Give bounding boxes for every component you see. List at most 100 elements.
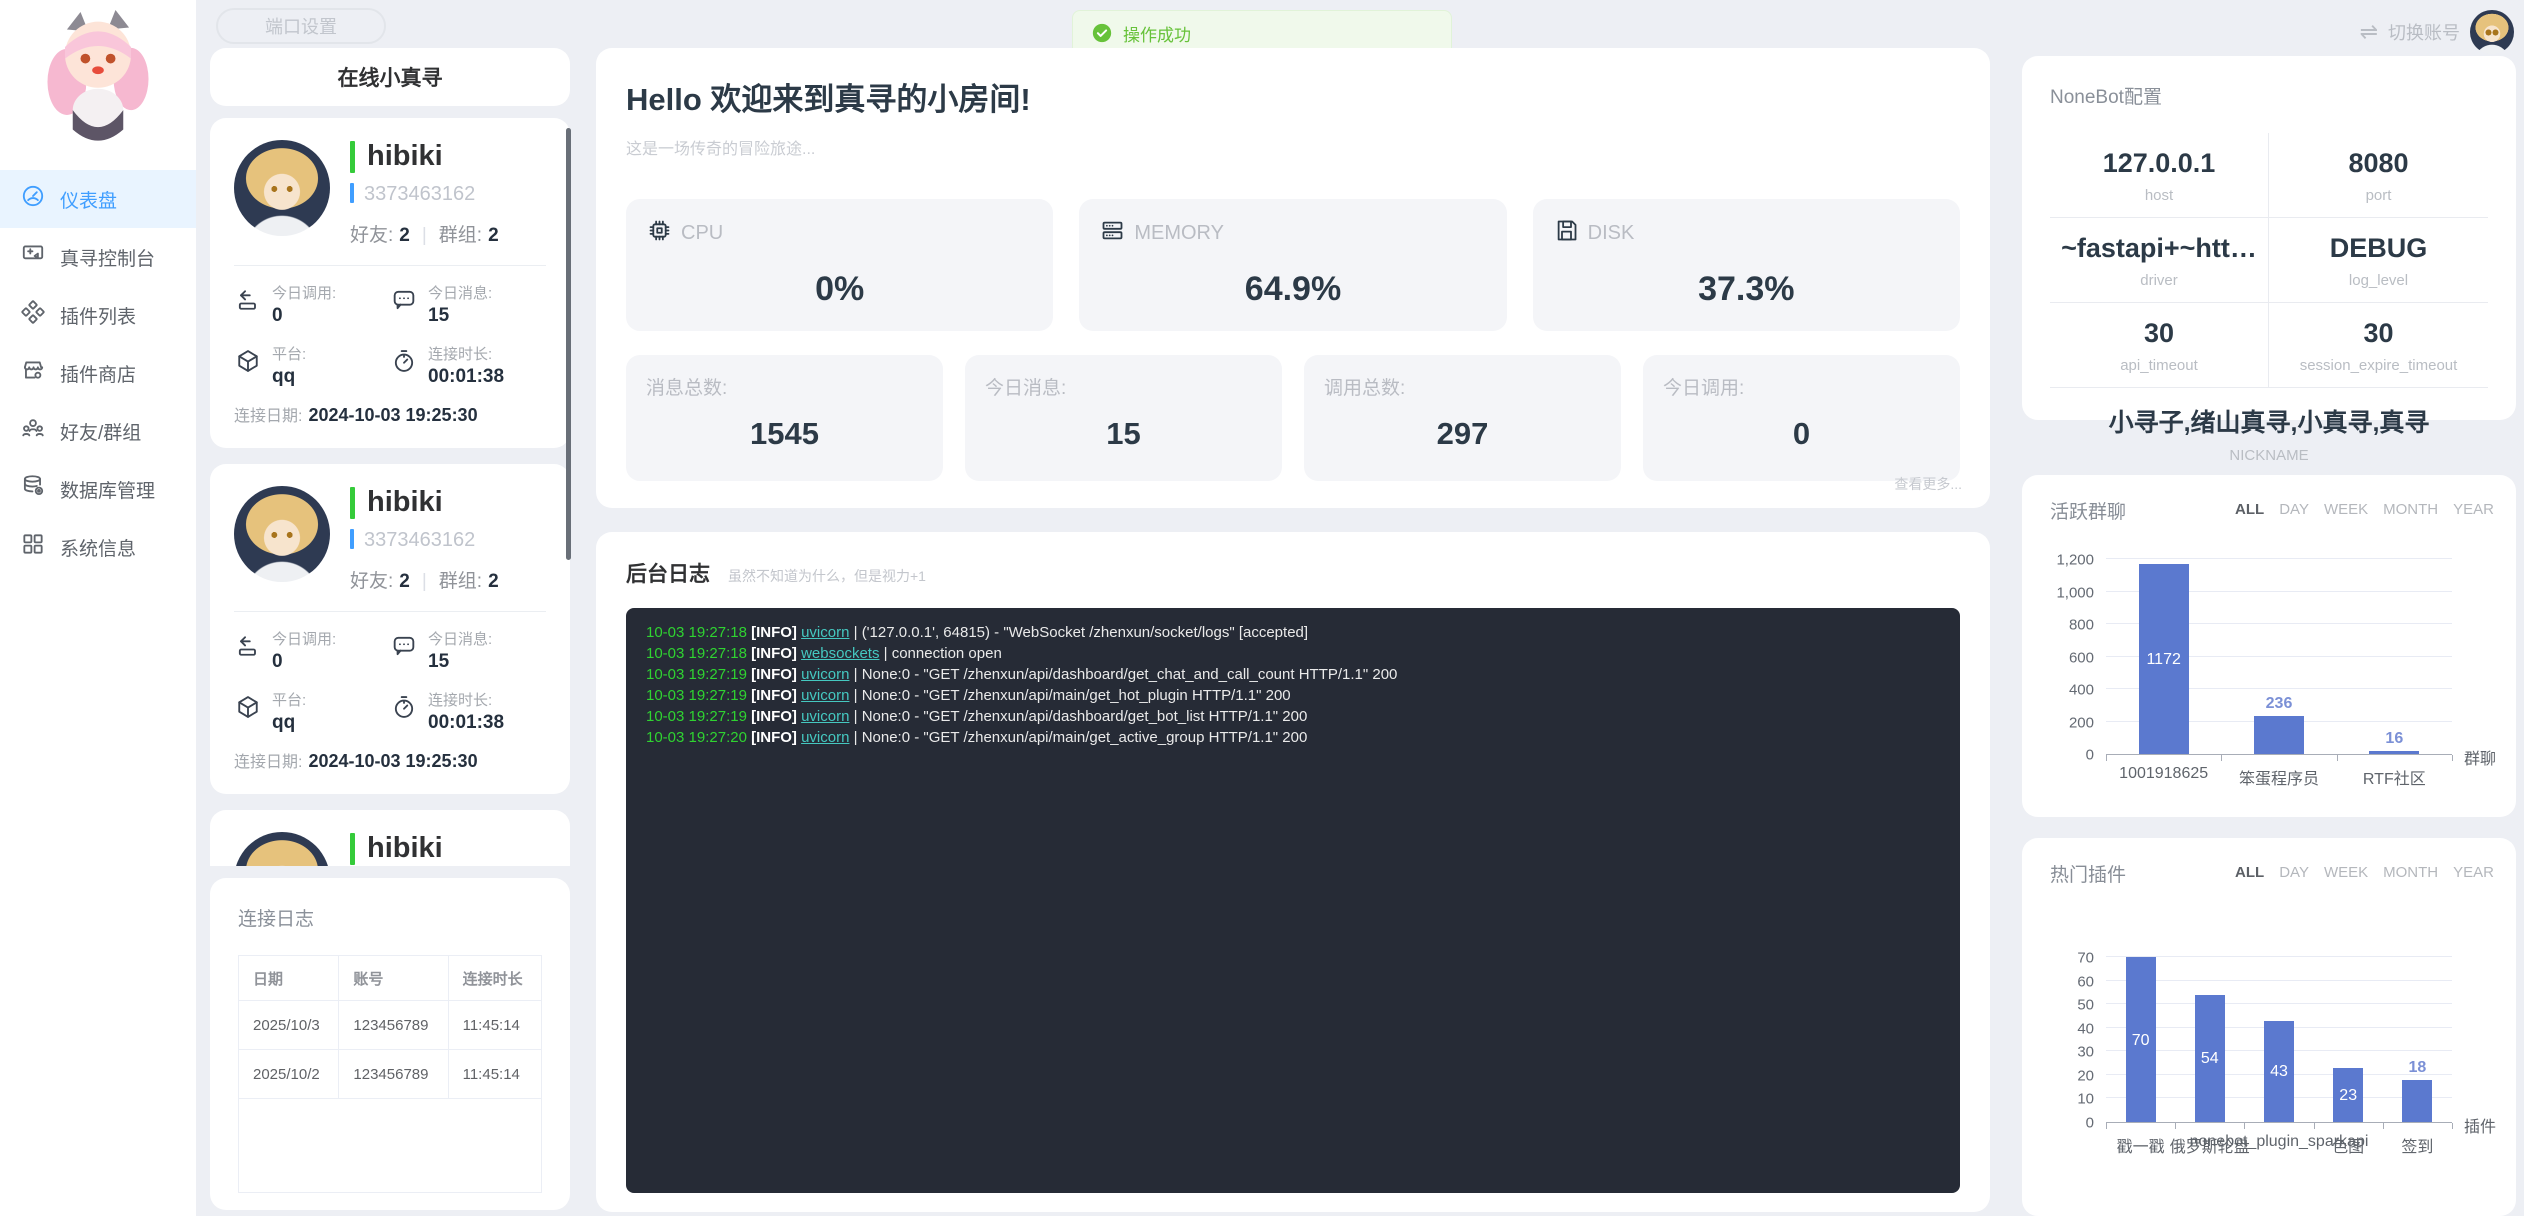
dashboard-hero-card: Hello 欢迎来到真寻的小房间! 这是一场传奇的冒险旅途... CPU 0% … [596,48,1990,508]
online-indicator-bar [350,141,355,173]
user-avatar[interactable] [2470,10,2514,54]
y-axis-tick: 30 [2077,1044,2094,1061]
logger-link[interactable]: uvicorn [801,666,849,683]
chart-tab-week[interactable]: WEEK [2324,864,2368,881]
chart-range-tabs: ALL DAY WEEK MONTH YEAR [2235,501,2494,518]
bot-stat-1: 今日消息:15 [390,628,546,673]
cpu-card: CPU 0% [626,199,1053,331]
log-terminal[interactable]: 10-03 19:27:18 [INFO] uvicorn | ('127.0.… [626,608,1960,1193]
connect-log-table: 日期 账号 连接时长 2025/10/312345678911:45:14202… [238,955,542,1193]
view-more-link[interactable]: 查看更多... [1894,474,1962,494]
chart-tab-all[interactable]: ALL [2235,864,2264,881]
chart-tab-all[interactable]: ALL [2235,501,2264,518]
col-header-duration: 连接时长 [448,956,541,1001]
y-axis-tick: 10 [2077,1091,2094,1108]
disk-label: DISK [1588,222,1635,245]
chart-tab-month[interactable]: MONTH [2383,501,2438,518]
total-calls-value: 297 [1324,416,1601,452]
logger-link[interactable]: uvicorn [801,729,849,746]
chart-tab-year[interactable]: YEAR [2453,501,2494,518]
total-messages-value: 1545 [646,416,923,452]
bar-value-label: 16 [2385,730,2403,748]
sidebar-item-2[interactable]: 插件列表 [0,286,196,344]
today-calls-card: 今日调用: 0 [1643,355,1960,481]
x-axis-label: 笨蛋程序员 [2239,765,2319,789]
disk-card: DISK 37.3% [1533,199,1960,331]
bot-name: hibiki [367,832,443,865]
id-indicator-bar [350,529,354,549]
bar-value-label: 18 [2408,1059,2426,1077]
total-messages-card: 消息总数: 1545 [626,355,943,481]
disk-icon [1553,217,1580,250]
bot-list-scrollbar[interactable] [566,128,571,560]
bar-value-label: 70 [2132,1032,2150,1050]
col-header-date: 日期 [239,956,339,1001]
port-settings-button[interactable]: 端口设置 [216,8,386,44]
logger-link[interactable]: websockets [801,645,879,662]
chart-tab-week[interactable]: WEEK [2324,501,2368,518]
active-groups-chart-card: 活跃群聊ALLDAYWEEKMONTHYEAR02004006008001,00… [2022,475,2516,817]
today-messages-label: 今日消息: [985,373,1262,400]
chart-title: 热门插件 [2050,860,2126,887]
sidebar-item-label: 数据库管理 [60,476,155,503]
bot-stat-3: 连接时长:00:01:38 [390,689,546,734]
hot-plugins-chart-card: 热门插件 ALL DAY WEEK MONTH YEAR 01020304050607070… [2022,838,2516,1216]
backend-log-title: 后台日志 [626,558,710,588]
online-bots-title-card: 在线小真寻 [210,48,570,106]
y-axis-tick: 0 [2086,747,2094,764]
sidebar-item-0[interactable]: 仪表盘 [0,170,196,228]
logger-link[interactable]: uvicorn [801,708,849,725]
system-icon [20,531,46,563]
config-port: 8080 port [2269,133,2488,218]
cpu-label: CPU [681,222,723,245]
bot-card-0[interactable]: hibiki3373463162好友:2|群组:2今日调用:0今日消息:15平台… [210,118,570,448]
bot-card-2[interactable]: hibiki3373463162好友:2|群组:2今日调用:0今日消息:15平台… [210,810,570,866]
switch-account-button[interactable]: ⇌ 切换账号 [2360,10,2514,54]
bar-plot: 01020304050607070戳一戳54俄罗斯轮盘43nonebot_plu… [2106,958,2452,1123]
sidebar-item-5[interactable]: 数据库管理 [0,460,196,518]
backend-log-subtitle: 虽然不知道为什么，但是视力+1 [728,566,926,586]
memory-label: MEMORY [1134,222,1224,245]
chart-tab-month[interactable]: MONTH [2383,864,2438,881]
plugins-icon [20,299,46,331]
bot-stat-1: 今日消息:15 [390,282,546,327]
online-indicator-bar [350,487,355,519]
col-header-account: 账号 [339,956,448,1001]
y-axis-tick: 600 [2069,649,2094,666]
cpu-icon [646,217,673,250]
chart-tab-year[interactable]: YEAR [2453,864,2494,881]
bot-card-1[interactable]: hibiki3373463162好友:2|群组:2今日调用:0今日消息:15平台… [210,464,570,794]
call-icon [234,628,262,665]
sidebar-item-label: 插件商店 [60,360,136,387]
bar-签到 [2402,1080,2432,1122]
axis-unit-label: 插件 [2464,1113,2496,1137]
y-axis-tick: 0 [2086,1115,2094,1132]
memory-icon [1099,217,1126,250]
sidebar-item-label: 仪表盘 [60,186,117,213]
y-axis-tick: 200 [2069,714,2094,731]
sidebar-item-1[interactable]: 真寻控制台 [0,228,196,286]
logger-link[interactable]: uvicorn [801,687,849,704]
call-icon [234,282,262,319]
chart-tab-day[interactable]: DAY [2279,864,2309,881]
sidebar-item-label: 真寻控制台 [60,244,155,271]
logger-link[interactable]: uvicorn [801,624,849,641]
chart-tab-day[interactable]: DAY [2279,501,2309,518]
x-axis-label: 签到 [2401,1133,2433,1157]
bot-list[interactable]: hibiki3373463162好友:2|群组:2今日调用:0今日消息:15平台… [210,118,570,866]
sidebar-item-4[interactable]: 好友/群组 [0,402,196,460]
sidebar: 仪表盘真寻控制台插件列表插件商店好友/群组数据库管理系统信息 [0,0,196,1216]
sidebar-item-3[interactable]: 插件商店 [0,344,196,402]
database-icon [20,473,46,505]
memory-card: MEMORY 64.9% [1079,199,1506,331]
bot-stat-0: 今日调用:0 [234,282,390,327]
log-line-0: 10-03 19:27:18 [INFO] uvicorn | ('127.0.… [646,622,1940,643]
backend-log-card: 后台日志 虽然不知道为什么，但是视力+1 10-03 19:27:18 [INF… [596,532,1990,1212]
sidebar-item-6[interactable]: 系统信息 [0,518,196,576]
message-icon [390,282,418,319]
y-axis-tick: 60 [2077,973,2094,990]
log-line-5: 10-03 19:27:20 [INFO] uvicorn | None:0 -… [646,727,1940,748]
switch-account-label: 切换账号 [2388,19,2460,45]
bot-name: hibiki [367,140,443,173]
bot-connect-date: 连接日期:2024-10-03 19:25:30 [234,748,546,772]
